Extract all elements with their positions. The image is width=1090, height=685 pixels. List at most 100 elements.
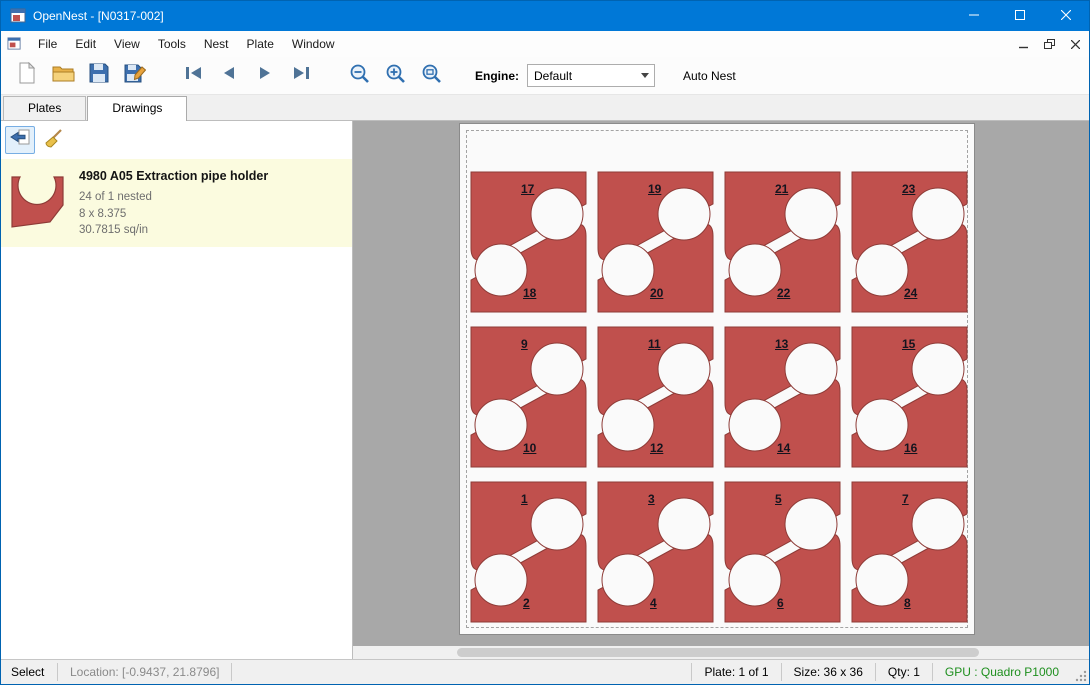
menubar: File Edit View Tools Nest Plate Window xyxy=(1,31,1089,57)
part-pair[interactable]: 7 8 xyxy=(846,478,973,626)
part-number: 24 xyxy=(904,286,917,300)
part-number: 9 xyxy=(521,337,528,351)
maximize-button[interactable] xyxy=(997,1,1043,31)
tab-plates[interactable]: Plates xyxy=(3,96,86,120)
status-size: Size: 36 x 36 xyxy=(782,660,875,684)
status-location: Location: [-0.9437, 21.8796] xyxy=(58,660,231,684)
resize-grip[interactable] xyxy=(1071,660,1089,684)
nav-next-icon xyxy=(258,66,272,85)
part-pair[interactable]: 15 16 xyxy=(846,323,973,471)
previous-plate-button[interactable] xyxy=(211,60,247,92)
app-icon xyxy=(10,8,26,24)
zoom-in-button[interactable] xyxy=(377,60,413,92)
part-number: 15 xyxy=(902,337,915,351)
status-qty: Qty: 1 xyxy=(876,660,932,684)
part-number: 2 xyxy=(523,596,530,610)
menu-plate[interactable]: Plate xyxy=(238,32,283,56)
part-pair[interactable]: 21 22 xyxy=(719,168,846,316)
part-number: 16 xyxy=(904,441,917,455)
drawings-panel: 4980 A05 Extraction pipe holder 24 of 1 … xyxy=(1,121,353,659)
open-button[interactable] xyxy=(45,60,81,92)
part-number: 4 xyxy=(650,596,657,610)
mdi-close-button[interactable] xyxy=(1063,33,1087,55)
close-button[interactable] xyxy=(1043,1,1089,31)
save-as-button[interactable] xyxy=(117,60,153,92)
menu-tools[interactable]: Tools xyxy=(149,32,195,56)
part-pair[interactable]: 19 20 xyxy=(592,168,719,316)
auto-nest-button[interactable]: Auto Nest xyxy=(677,65,742,87)
part-number: 23 xyxy=(902,182,915,196)
tab-drawings[interactable]: Drawings xyxy=(87,96,187,121)
maximize-icon xyxy=(1015,7,1025,25)
part-number: 17 xyxy=(521,182,534,196)
send-to-plate-button[interactable] xyxy=(5,126,35,154)
new-file-icon xyxy=(17,62,37,89)
drawing-title: 4980 A05 Extraction pipe holder xyxy=(79,167,268,185)
part-pair[interactable]: 23 24 xyxy=(846,168,973,316)
drawing-dimensions: 8 x 8.375 xyxy=(79,206,268,223)
plate[interactable]: 17 18 19 20 21 22 23 24 xyxy=(459,123,975,635)
part-pair[interactable]: 11 12 xyxy=(592,323,719,471)
part-number: 21 xyxy=(775,182,788,196)
part-pair[interactable]: 17 18 xyxy=(465,168,592,316)
close-icon xyxy=(1061,7,1071,25)
zoom-out-icon xyxy=(349,63,370,89)
menu-view[interactable]: View xyxy=(105,32,149,56)
horizontal-scrollbar[interactable] xyxy=(353,646,1089,659)
menu-file[interactable]: File xyxy=(29,32,66,56)
zoom-out-button[interactable] xyxy=(341,60,377,92)
scrollbar-thumb[interactable] xyxy=(457,648,979,657)
part-number: 22 xyxy=(777,286,790,300)
part-pair[interactable]: 3 4 xyxy=(592,478,719,626)
drawings-toolbar xyxy=(1,121,352,159)
drawing-list-item[interactable]: 4980 A05 Extraction pipe holder 24 of 1 … xyxy=(1,159,352,247)
part-number: 6 xyxy=(777,596,784,610)
open-folder-icon xyxy=(52,64,75,88)
drawing-nested-count: 24 of 1 nested xyxy=(79,189,268,206)
mdi-restore-button[interactable] xyxy=(1037,33,1061,55)
left-arrow-document-icon xyxy=(10,128,31,153)
zoom-in-icon xyxy=(385,63,406,89)
part-pair[interactable]: 1 2 xyxy=(465,478,592,626)
drawing-info: 4980 A05 Extraction pipe holder 24 of 1 … xyxy=(79,167,268,239)
zoom-fit-icon xyxy=(421,63,442,89)
mdi-minimize-button[interactable] xyxy=(1011,33,1035,55)
statusbar: Select Location: [-0.9437, 21.8796] Plat… xyxy=(1,659,1089,684)
clear-drawings-button[interactable] xyxy=(39,126,69,154)
minimize-button[interactable] xyxy=(951,1,997,31)
nav-first-icon xyxy=(184,66,203,85)
engine-select[interactable]: Default xyxy=(527,64,655,87)
part-pair[interactable]: 9 10 xyxy=(465,323,592,471)
save-edit-icon xyxy=(124,63,146,89)
new-button[interactable] xyxy=(9,60,45,92)
save-icon xyxy=(89,63,109,88)
document-icon xyxy=(7,36,23,52)
part-pair[interactable]: 5 6 xyxy=(719,478,846,626)
last-plate-button[interactable] xyxy=(283,60,319,92)
status-gpu: GPU : Quadro P1000 xyxy=(933,660,1071,684)
save-button[interactable] xyxy=(81,60,117,92)
status-plate: Plate: 1 of 1 xyxy=(692,660,780,684)
window-title: OpenNest - [N0317-002] xyxy=(33,9,951,23)
menu-window[interactable]: Window xyxy=(283,32,344,56)
part-number: 19 xyxy=(648,182,661,196)
part-pair[interactable]: 13 14 xyxy=(719,323,846,471)
main-toolbar: Engine: Default Auto Nest xyxy=(1,57,1089,95)
part-number: 8 xyxy=(904,596,911,610)
zoom-fit-button[interactable] xyxy=(413,60,449,92)
next-plate-button[interactable] xyxy=(247,60,283,92)
drawing-area: 30.7815 sq/in xyxy=(79,222,268,239)
part-number: 12 xyxy=(650,441,663,455)
nav-last-icon xyxy=(292,66,311,85)
part-number: 20 xyxy=(650,286,663,300)
combo-arrow-icon[interactable] xyxy=(636,65,654,86)
nest-canvas[interactable]: 17 18 19 20 21 22 23 24 xyxy=(353,121,1089,659)
menu-nest[interactable]: Nest xyxy=(195,32,238,56)
menu-edit[interactable]: Edit xyxy=(66,32,105,56)
first-plate-button[interactable] xyxy=(175,60,211,92)
part-thumbnail xyxy=(9,171,67,233)
app-window: OpenNest - [N0317-002] File Edit xyxy=(0,0,1090,685)
part-number: 11 xyxy=(648,337,661,351)
engine-label: Engine: xyxy=(475,69,519,83)
part-number: 10 xyxy=(523,441,536,455)
